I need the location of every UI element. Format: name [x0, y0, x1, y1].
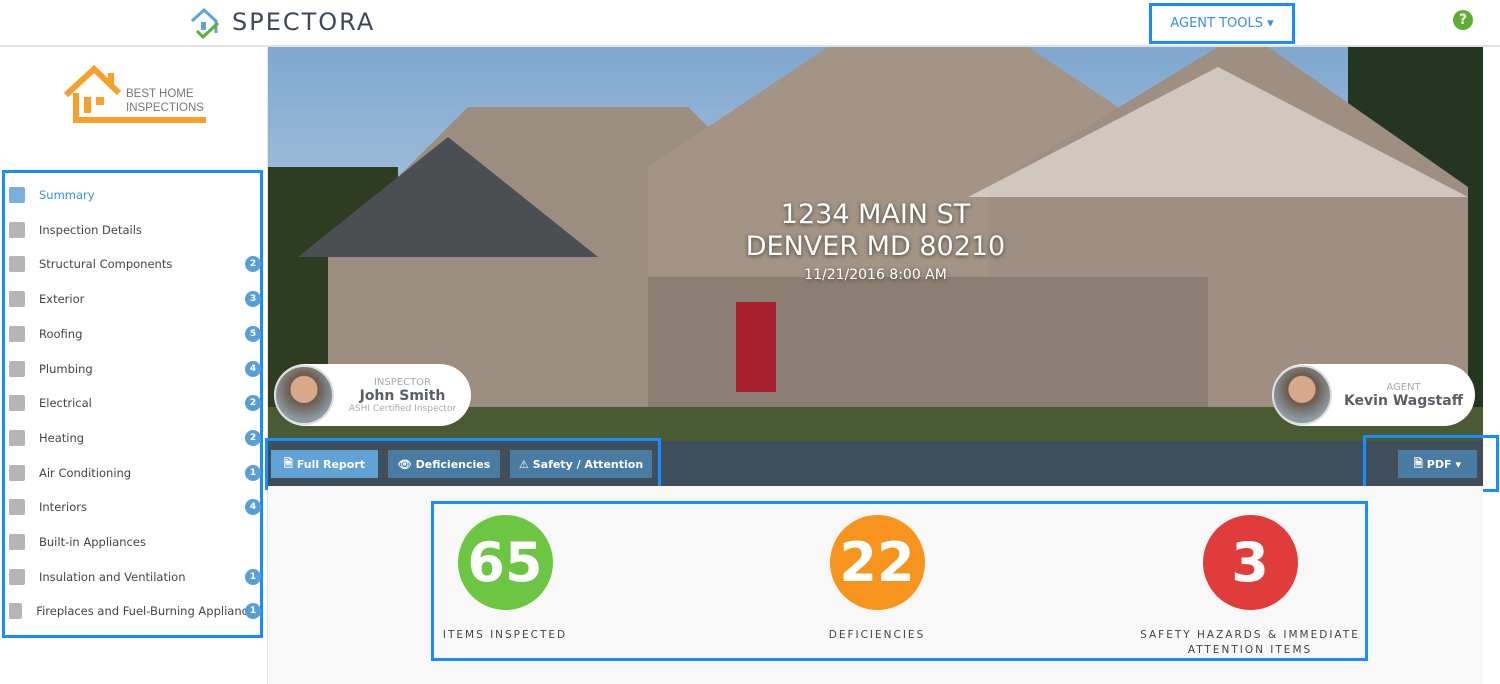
sidebar-item-inspection-details[interactable]: Inspection Details [9, 220, 261, 240]
count-badge: 4 [245, 499, 261, 516]
count-badge: 2 [245, 429, 261, 446]
agent-name: Kevin Wagstaff [1343, 392, 1464, 409]
sidebar-item-insulation-and-ventilation[interactable]: Insulation and Ventilation 1 [9, 567, 261, 587]
stat-count-circle: 3 [1202, 515, 1298, 610]
sidebar-item-label: Heating [39, 430, 85, 445]
roof-icon [9, 325, 25, 342]
sidebar-item-plumbing[interactable]: Plumbing 4 [9, 359, 261, 379]
deficiencies-label: Deficiencies [415, 457, 491, 471]
sidebar-item-fireplaces-and-fuel-burning-appliances[interactable]: Fireplaces and Fuel-Burning Appliances 1 [9, 601, 261, 621]
inspection-datetime: 11/21/2016 8:00 AM [804, 267, 947, 283]
property-hero-image: 1234 MAIN ST DENVER MD 80210 11/21/2016 … [268, 47, 1483, 441]
agent-tools-dropdown[interactable]: AGENT TOOLS ▾ [1149, 3, 1295, 44]
sidebar-item-built-in-appliances[interactable]: Built-in Appliances [9, 532, 261, 552]
sidebar-item-electrical[interactable]: Electrical 2 [9, 393, 261, 413]
sidebar-item-label: Plumbing [39, 361, 93, 376]
inspector-card[interactable]: INSPECTOR John Smith ASHI Certified Inspec… [274, 364, 471, 426]
sidebar-item-roofing[interactable]: Roofing 5 [9, 324, 261, 344]
inspector-name: John Smith [359, 387, 446, 404]
agent-tools-label: AGENT TOOLS [1170, 16, 1263, 31]
section-nav: Summary Inspection Details Structural Comp… [2, 170, 263, 638]
sidebar-item-label: Built-in Appliances [39, 535, 146, 549]
count-badge: 2 [245, 256, 261, 273]
spectora-logo[interactable]: SPECTORA [188, 5, 375, 39]
eye-icon: 👁 [397, 457, 412, 471]
address-street: 1234 MAIN ST [780, 199, 971, 230]
address-city: DENVER MD 80210 [745, 231, 1006, 262]
caret-down-icon: ▾ [1455, 457, 1462, 471]
stat-label: DEFICIENCIES [828, 629, 926, 641]
deficiencies-button[interactable]: 👁 Deficiencies [388, 450, 500, 478]
full-report-button[interactable]: 🗎 Full Report [271, 450, 378, 478]
sidebar-item-air-conditioning[interactable]: Air Conditioning 1 [9, 463, 261, 483]
fridge-icon [9, 534, 25, 550]
logo-line2: INSPECTIONS [126, 102, 204, 114]
stat-2[interactable]: 3 SAFETY HAZARDS & IMMEDIATE ATTENTION IT… [1100, 515, 1400, 658]
sidebar-item-interiors[interactable]: Interiors 4 [9, 497, 261, 517]
door-icon [9, 499, 25, 516]
company-logo: BEST HOME INSPECTIONS [63, 64, 209, 131]
agent-avatar [1272, 365, 1332, 425]
count-badge: 3 [245, 291, 261, 308]
sidebar-item-label: Summary [39, 188, 95, 202]
sidebar-item-label: Air Conditioning [39, 465, 132, 480]
stat-0[interactable]: 65 ITEMS INSPECTED [355, 515, 655, 643]
sidebar-item-label: Insulation and Ventilation [39, 569, 186, 584]
sidebar-item-structural-components[interactable]: Structural Components 2 [9, 254, 261, 274]
warning-icon: ⚠ [518, 457, 529, 471]
panel-icon [9, 395, 25, 412]
details-icon [9, 221, 25, 238]
flame-house-icon [9, 429, 25, 446]
stat-1[interactable]: 22 DEFICIENCIES [727, 515, 1027, 643]
safety-label: Safety / Attention [532, 457, 644, 471]
brand-name: SPECTORA [232, 8, 376, 36]
document-icon: 🗎 [283, 456, 293, 470]
fan-icon [9, 568, 25, 585]
inspector-role: INSPECTOR [373, 376, 432, 388]
agent-role: AGENT [1386, 381, 1421, 393]
logo-line1: BEST HOME [126, 88, 194, 100]
pdf-label: PDF [1426, 457, 1452, 471]
agent-card[interactable]: AGENT Kevin Wagstaff [1272, 364, 1475, 426]
full-report-label: Full Report [296, 457, 366, 471]
sidebar-item-label: Structural Components [39, 257, 173, 272]
sidebar-item-heating[interactable]: Heating 2 [9, 428, 261, 448]
caret-down-icon: ▾ [1267, 16, 1274, 31]
count-badge: 1 [245, 464, 261, 481]
spectora-house-check-icon [190, 7, 220, 39]
inspector-credential: ASHI Certified Inspector [348, 403, 457, 414]
sidebar-item-label: Interiors [39, 500, 87, 515]
stat-count-circle: 22 [829, 515, 925, 610]
safety-attention-button[interactable]: ⚠ Safety / Attention [510, 450, 652, 478]
sidebar-item-label: Inspection Details [39, 222, 142, 237]
sidebar-item-label: Fireplaces and Fuel-Burning Appliances [36, 604, 261, 619]
sidebar-item-summary[interactable]: Summary [9, 185, 261, 205]
top-header: SPECTORA AGENT TOOLS ▾ ? [0, 0, 1500, 47]
sidebar-item-label: Electrical [39, 396, 92, 411]
count-badge: 1 [245, 568, 261, 585]
fence-icon [9, 291, 25, 308]
document-icon [9, 187, 25, 203]
stat-label: ITEMS INSPECTED [442, 629, 568, 641]
sidebar-item-label: Roofing [39, 326, 83, 341]
count-badge: 4 [245, 360, 261, 377]
stat-count-circle: 65 [457, 515, 553, 610]
sidebar-item-exterior[interactable]: Exterior 3 [9, 289, 261, 309]
pdf-file-icon: 🗎 [1413, 456, 1423, 470]
sidebar: BEST HOME INSPECTIONS Summary Inspection … [0, 47, 268, 684]
count-badge: 5 [245, 325, 261, 342]
structure-icon [9, 256, 25, 273]
snowflake-icon [9, 464, 25, 481]
pdf-dropdown-button[interactable]: 🗎 PDF ▾ [1398, 450, 1477, 478]
pipe-icon [9, 360, 25, 377]
inspector-avatar [274, 365, 334, 425]
help-icon[interactable]: ? [1453, 10, 1473, 30]
count-badge: 2 [245, 395, 261, 412]
sidebar-item-label: Exterior [39, 292, 85, 307]
fireplace-icon [9, 603, 23, 620]
stat-label: SAFETY HAZARDS & IMMEDIATE ATTENTION ITE… [1140, 629, 1360, 656]
